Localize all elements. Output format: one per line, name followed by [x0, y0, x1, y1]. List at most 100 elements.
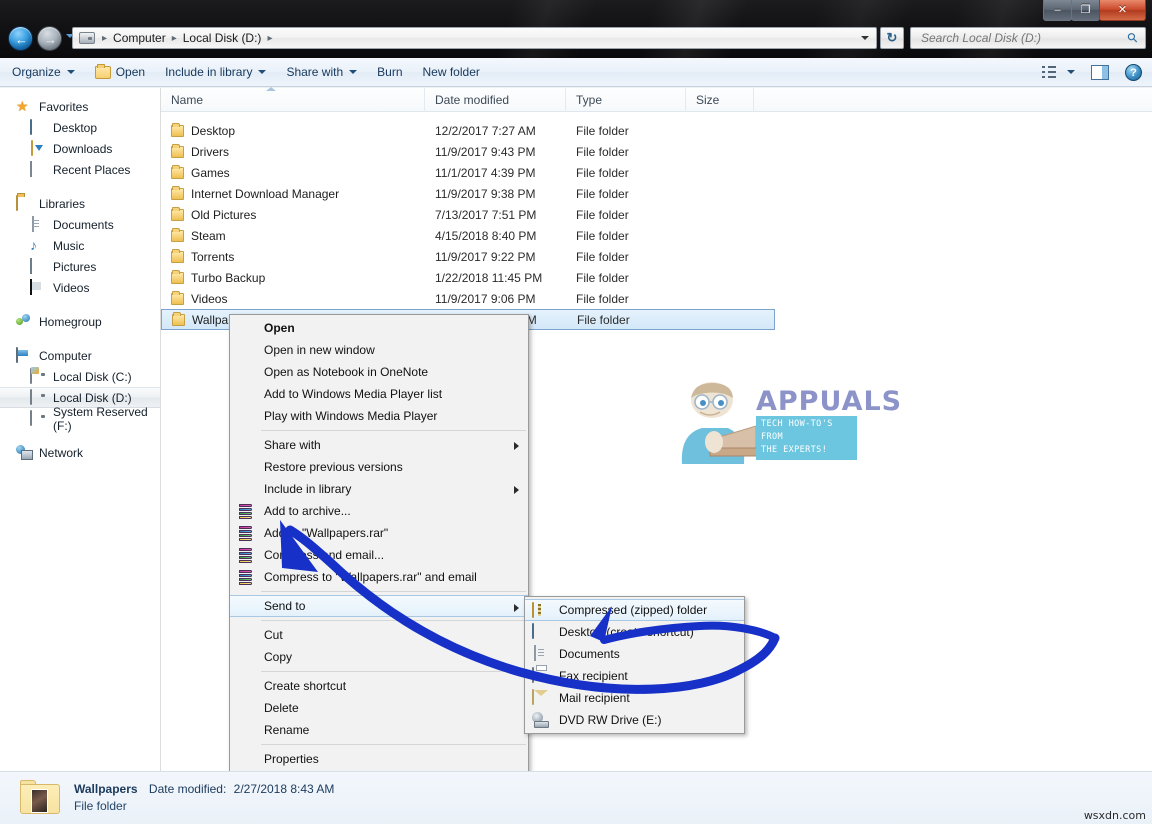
table-row[interactable]: Drivers 11/9/2017 9:43 PM File folder [161, 141, 1152, 162]
new-folder-button[interactable]: New folder [415, 61, 488, 83]
file-date: 4/15/2018 8:40 PM [425, 229, 566, 243]
send-to-submenu[interactable]: Compressed (zipped) folder Desktop (crea… [524, 596, 745, 734]
submenu-item-fax-recipient[interactable]: Fax recipient [525, 665, 744, 687]
file-name: Games [191, 166, 230, 180]
file-date: 11/9/2017 9:06 PM [425, 292, 566, 306]
submenu-item-dvd-rw-drive-e[interactable]: DVD RW Drive (E:) [525, 709, 744, 731]
table-row[interactable]: Internet Download Manager 11/9/2017 9:38… [161, 183, 1152, 204]
menu-label: DVD RW Drive (E:) [559, 713, 661, 727]
forward-button[interactable]: → [37, 26, 62, 51]
change-view-icon[interactable] [1041, 65, 1057, 79]
folder-icon [171, 230, 184, 242]
menu-item-open[interactable]: Open [230, 317, 528, 339]
drive-icon [79, 32, 95, 44]
file-name: Torrents [191, 250, 234, 264]
menu-label: Mail recipient [559, 691, 630, 705]
context-menu[interactable]: Open Open in new window Open as Notebook… [229, 314, 529, 773]
desktop-icon [30, 119, 32, 135]
menu-label: Compress to "Wallpapers.rar" and email [264, 570, 477, 584]
menu-item-open-in-new-window[interactable]: Open in new window [230, 339, 528, 361]
file-type: File folder [566, 229, 686, 243]
submenu-item-mail-recipient[interactable]: Mail recipient [525, 687, 744, 709]
new-folder-label: New folder [423, 65, 480, 79]
sidebar-item-system-reserved-f[interactable]: System Reserved (F:) [0, 408, 160, 429]
table-row[interactable]: Videos 11/9/2017 9:06 PM File folder [161, 288, 1152, 309]
view-dropdown-icon[interactable] [1067, 70, 1075, 74]
menu-item-copy[interactable]: Copy [230, 646, 528, 668]
sidebar-item-network[interactable]: Network [0, 442, 160, 463]
menu-item-add-to-archive[interactable]: Add to archive... [230, 500, 528, 522]
sidebar-item-downloads[interactable]: Downloads [0, 138, 160, 159]
table-row[interactable]: Games 11/1/2017 4:39 PM File folder [161, 162, 1152, 183]
menu-item-rename[interactable]: Rename [230, 719, 528, 741]
breadcrumb-local-disk-d[interactable]: Local Disk (D:) [181, 31, 264, 45]
sidebar-label: System Reserved (F:) [53, 405, 160, 433]
fax-icon [532, 668, 549, 684]
sidebar-group-favorites[interactable]: ★ Favorites [0, 96, 160, 117]
window-controls: – ❐ ✕ [1044, 0, 1146, 22]
folder-icon [171, 167, 184, 179]
breadcrumb-computer[interactable]: Computer [111, 31, 168, 45]
menu-item-cut[interactable]: Cut [230, 624, 528, 646]
address-bar[interactable]: ▸ Computer ▸ Local Disk (D:) ▸ [72, 27, 877, 49]
menu-item-restore-previous-versions[interactable]: Restore previous versions [230, 456, 528, 478]
open-button[interactable]: Open [87, 61, 153, 83]
menu-item-create-shortcut[interactable]: Create shortcut [230, 675, 528, 697]
menu-item-compress-to-wallpapers-rar-and-email[interactable]: Compress to "Wallpapers.rar" and email [230, 566, 528, 588]
search-box[interactable]: ⚲ [910, 27, 1146, 49]
menu-item-compress-and-email[interactable]: Compress and email... [230, 544, 528, 566]
back-button[interactable]: ← [8, 26, 33, 51]
menu-item-delete[interactable]: Delete [230, 697, 528, 719]
burn-button[interactable]: Burn [369, 61, 410, 83]
table-row[interactable]: Torrents 11/9/2017 9:22 PM File folder [161, 246, 1152, 267]
maximize-button[interactable]: ❐ [1071, 0, 1100, 21]
windows-drive-icon [30, 368, 32, 384]
chevron-down-icon [258, 70, 266, 74]
preview-pane-icon[interactable] [1091, 65, 1109, 80]
column-header-name[interactable]: Name [161, 88, 425, 112]
menu-item-share-with[interactable]: Share with [230, 434, 528, 456]
include-in-library-button[interactable]: Include in library [157, 61, 274, 83]
open-folder-icon [95, 66, 111, 79]
submenu-item-desktop-create-shortcut[interactable]: Desktop (create shortcut) [525, 621, 744, 643]
sidebar-item-music[interactable]: ♪ Music [0, 235, 160, 256]
sidebar-item-desktop[interactable]: Desktop [0, 117, 160, 138]
menu-item-add-to-windows-media-player-list[interactable]: Add to Windows Media Player list [230, 383, 528, 405]
table-row[interactable]: Turbo Backup 1/22/2018 11:45 PM File fol… [161, 267, 1152, 288]
sidebar-group-computer[interactable]: Computer [0, 345, 160, 366]
sidebar-item-homegroup[interactable]: Homegroup [0, 311, 160, 332]
column-header-date-modified[interactable]: Date modified [425, 88, 566, 112]
menu-item-open-as-notebook-in-onenote[interactable]: Open as Notebook in OneNote [230, 361, 528, 383]
sidebar-group-libraries[interactable]: Libraries [0, 193, 160, 214]
sidebar-item-recent-places[interactable]: Recent Places [0, 159, 160, 180]
menu-item-properties[interactable]: Properties [230, 748, 528, 770]
search-input[interactable] [919, 30, 1119, 46]
close-button[interactable]: ✕ [1099, 0, 1146, 21]
film-icon [30, 279, 32, 295]
table-row[interactable]: Steam 4/15/2018 8:40 PM File folder [161, 225, 1152, 246]
minimize-button[interactable]: – [1043, 0, 1072, 21]
sidebar-item-local-disk-c[interactable]: Local Disk (C:) [0, 366, 160, 387]
sidebar-item-videos[interactable]: Videos [0, 277, 160, 298]
table-row[interactable]: Old Pictures 7/13/2017 7:51 PM File fold… [161, 204, 1152, 225]
menu-item-add-to-wallpapers-rar[interactable]: Add to "Wallpapers.rar" [230, 522, 528, 544]
help-icon[interactable]: ? [1125, 64, 1142, 81]
sidebar-item-documents[interactable]: Documents [0, 214, 160, 235]
refresh-button[interactable]: ↻ [880, 27, 904, 49]
share-with-button[interactable]: Share with [278, 61, 365, 83]
navigation-pane[interactable]: ★ Favorites Desktop Downloads Recent Pla… [0, 88, 161, 771]
table-row[interactable]: Desktop 12/2/2017 7:27 AM File folder [161, 120, 1152, 141]
submenu-item-documents[interactable]: Documents [525, 643, 744, 665]
sidebar-item-pictures[interactable]: Pictures [0, 256, 160, 277]
sidebar-spacer [0, 298, 160, 311]
menu-item-play-with-windows-media-player[interactable]: Play with Windows Media Player [230, 405, 528, 427]
folder-icon [171, 293, 184, 305]
address-dropdown-button[interactable] [854, 28, 876, 48]
submenu-item-compressed-zipped-folder[interactable]: Compressed (zipped) folder [525, 599, 744, 621]
share-with-label: Share with [286, 65, 343, 79]
column-header-size[interactable]: Size [686, 88, 754, 112]
organize-button[interactable]: Organize [4, 61, 83, 83]
column-header-type[interactable]: Type [566, 88, 686, 112]
menu-item-send-to[interactable]: Send to [230, 595, 528, 617]
menu-item-include-in-library[interactable]: Include in library [230, 478, 528, 500]
